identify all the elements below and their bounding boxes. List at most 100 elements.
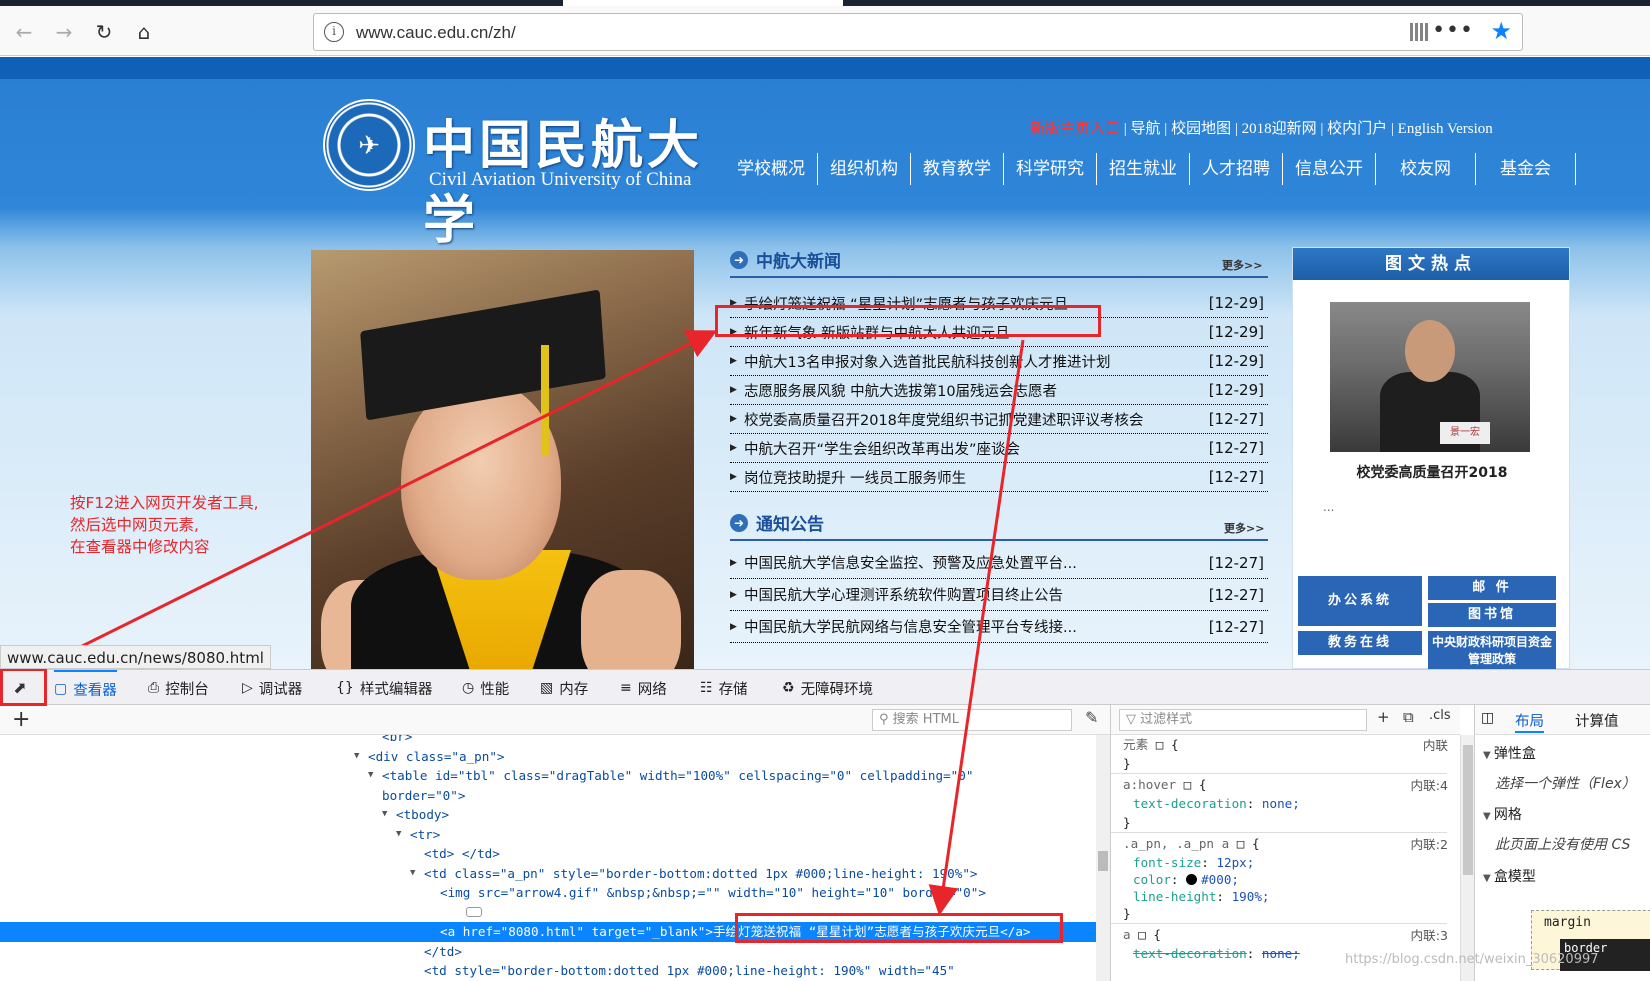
rule-selector[interactable]: a:hover <box>1123 777 1176 792</box>
graduation-photo[interactable] <box>311 250 694 669</box>
rule-selector[interactable]: 元素 <box>1123 737 1148 752</box>
markup-line[interactable]: <img src="arrow4.gif" &nbsp;&nbsp;="" wi… <box>0 883 1096 903</box>
office-system-button[interactable]: 办公系统 <box>1298 576 1422 626</box>
markup-line[interactable]: <td> </td> <box>0 844 1096 864</box>
tab-computed[interactable]: 计算值 <box>1575 710 1619 731</box>
rule-selector[interactable]: .a_pn, .a_pn a <box>1123 836 1229 851</box>
css-value[interactable]: 12px; <box>1216 855 1254 870</box>
rules-view[interactable]: 元素 □ {内联} a:hover □ {内联:4 text-decoration:… <box>1110 735 1460 981</box>
pseudo-class-icon[interactable]: ⧉ <box>1403 708 1414 726</box>
hot-topic-caption[interactable]: 校党委高质量召开2018 <box>1293 462 1571 482</box>
top-link-english[interactable]: English Version <box>1398 121 1493 137</box>
rule-source-link[interactable]: 内联:3 <box>1411 925 1448 944</box>
top-link-new-home[interactable]: 新版主页入口 <box>1030 121 1120 137</box>
academic-online-button[interactable]: 教务在线 <box>1298 631 1422 655</box>
flexbox-section-header[interactable]: 弹性盒 <box>1483 743 1536 763</box>
css-value[interactable]: none; <box>1262 946 1300 961</box>
address-bar[interactable]: i www.cauc.edu.cn/zh/ ••• ★ <box>313 13 1523 51</box>
more-icon[interactable]: ••• <box>1432 18 1474 43</box>
nav-item[interactable]: 招生就业 <box>1097 153 1190 185</box>
nav-item[interactable]: 人才招聘 <box>1190 153 1283 185</box>
nav-item[interactable]: 科学研究 <box>1004 153 1097 185</box>
news-row[interactable]: ▶ 岗位竞技助提升 一线员工服务师生 [12-27] <box>730 463 1268 492</box>
mail-button[interactable]: 邮 件 <box>1428 576 1556 600</box>
devtools-tab[interactable]: ♻ 无障碍环境 <box>782 670 873 706</box>
markup-line[interactable]: border="0"> <box>0 786 1096 806</box>
tree-toggle-icon[interactable]: ▼ <box>354 747 359 767</box>
css-property[interactable]: text-decoration <box>1123 946 1247 961</box>
news-row-title[interactable]: 中国民航大学民航网络与信息安全管理平台专线接... <box>744 616 1209 637</box>
top-link-welcome[interactable]: 2018迎新网 <box>1242 121 1317 137</box>
tree-toggle-icon[interactable]: ▼ <box>382 805 387 825</box>
scroll-thumb[interactable] <box>1098 851 1108 871</box>
search-html-input[interactable]: ⚲ 搜索 HTML <box>872 709 1072 731</box>
nav-item[interactable]: 基金会 <box>1476 153 1576 185</box>
news-row[interactable]: ▶ 中航大召开“学生会组织改革再出发”座谈会 [12-27] <box>730 434 1268 463</box>
devtools-tab[interactable]: ⎙ 控制台 <box>148 670 209 706</box>
news-row[interactable]: ▶ 校党委高质量召开2018年度党组织书记抓党建述职评议考核会 [12-27] <box>730 405 1268 434</box>
eyedropper-icon[interactable]: ✎ <box>1085 708 1098 727</box>
color-swatch-icon[interactable] <box>1186 874 1198 885</box>
devtools-tab[interactable]: {} 样式编辑器 <box>336 670 432 706</box>
css-value[interactable]: 190%; <box>1232 889 1270 904</box>
expand-badge-icon[interactable] <box>466 906 482 917</box>
tab-layout[interactable]: 布局 <box>1515 710 1544 733</box>
hot-topic-photo[interactable]: 景一宏 <box>1330 302 1530 452</box>
add-node-icon[interactable]: + <box>12 707 30 732</box>
news-row[interactable]: ▶ 中航大13名申报对象入选首批民航科技创新人才推进计划 [12-29] <box>730 347 1268 376</box>
markup-line[interactable]: <td style="border-bottom:dotted 1px #000… <box>0 961 1096 981</box>
markup-view[interactable]: <br> ▼ <div class="a_pn"> ▼ <table id="tbl" … <box>0 735 1096 981</box>
url-text[interactable]: www.cauc.edu.cn/zh/ <box>356 23 516 43</box>
news-row-title[interactable]: 校党委高质量召开2018年度党组织书记抓党建述职评议考核会 <box>744 409 1209 430</box>
markup-line[interactable]: ▼ <table id="tbl" class="dragTable" width… <box>0 766 1096 786</box>
news-row-title[interactable]: 中航大13名申报对象入选首批民航科技创新人才推进计划 <box>744 351 1209 372</box>
back-icon[interactable]: ← <box>10 18 38 46</box>
checkbox-icon[interactable]: □ <box>1184 777 1192 792</box>
markup-line[interactable]: ▼ <tr> <box>0 825 1096 845</box>
checkbox-icon[interactable]: □ <box>1156 737 1164 752</box>
forward-icon[interactable]: → <box>50 18 78 46</box>
grid-section-header[interactable]: 网格 <box>1483 804 1522 824</box>
nav-item[interactable]: 信息公开 <box>1283 153 1376 185</box>
cls-toggle[interactable]: .cls <box>1429 708 1451 723</box>
site-logo[interactable]: ✈ 中国民航大学 Civil Aviation University of Ch… <box>323 99 703 251</box>
notice-more-link[interactable]: 更多>> <box>1224 520 1264 536</box>
news-row-title[interactable]: 中国民航大学心理测评系统软件购置项目终止公告 <box>744 584 1209 605</box>
nav-item[interactable]: 校友网 <box>1376 153 1476 185</box>
bookmark-star-icon[interactable]: ★ <box>1490 17 1512 45</box>
home-icon[interactable]: ⌂ <box>130 18 158 46</box>
research-funds-button[interactable]: 中央财政科研项目资金管理政策 <box>1428 631 1556 669</box>
news-row-title[interactable]: 中航大召开“学生会组织改革再出发”座谈会 <box>744 438 1209 459</box>
news-row-title[interactable]: 中国民航大学信息安全监控、预警及应急处置平台... <box>744 552 1209 573</box>
news-row-title[interactable]: 志愿服务展风貌 中航大选拔第10届残运会志愿者 <box>744 380 1209 401</box>
markup-line[interactable]: ▼ <div class="a_pn"> <box>0 747 1096 767</box>
scroll-thumb[interactable] <box>1463 745 1473 875</box>
tree-toggle-icon[interactable]: ▼ <box>368 766 373 786</box>
markup-line[interactable]: <br> <box>0 735 1096 747</box>
checkbox-icon[interactable]: □ <box>1138 927 1146 942</box>
devtools-tab[interactable]: ≡ 网络 <box>620 670 667 706</box>
markup-scrollbar[interactable] <box>1096 735 1110 981</box>
devtools-tab[interactable]: ☷ 存储 <box>700 670 748 706</box>
tree-toggle-icon[interactable]: ▼ <box>396 825 401 845</box>
news-more-link[interactable]: 更多>> <box>1222 257 1262 273</box>
add-rule-icon[interactable]: + <box>1377 708 1390 726</box>
rule-source-link[interactable]: 内联:2 <box>1411 834 1448 853</box>
css-value[interactable]: #000; <box>1201 872 1239 887</box>
markup-line[interactable]: ▼ <tbody> <box>0 805 1096 825</box>
css-property[interactable]: color <box>1123 872 1171 887</box>
news-row[interactable]: ▶ 中国民航大学民航网络与信息安全管理平台专线接... [12-27] <box>730 611 1268 643</box>
top-link-portal[interactable]: 校内门户 <box>1327 121 1387 137</box>
css-property[interactable]: text-decoration <box>1123 796 1247 811</box>
news-row-title[interactable]: 岗位竞技助提升 一线员工服务师生 <box>744 467 1209 488</box>
nav-item[interactable]: 学校概况 <box>725 153 818 185</box>
rule-selector[interactable]: a <box>1123 927 1131 942</box>
tree-toggle-icon[interactable]: ▼ <box>410 864 415 884</box>
top-link-map[interactable]: 校园地图 <box>1171 121 1231 137</box>
devtools-tab[interactable]: ▷ 调试器 <box>242 670 302 706</box>
markup-line[interactable]: ▼ <td class="a_pn" style="border-bottom:d… <box>0 864 1096 884</box>
rule-source-link[interactable]: 内联 <box>1423 735 1448 754</box>
sidebar-toggle-icon[interactable]: ◫ <box>1481 710 1494 726</box>
news-row[interactable]: ▶ 中国民航大学信息安全监控、预警及应急处置平台... [12-27] <box>730 547 1268 579</box>
devtools-tab[interactable]: ▧ 内存 <box>540 670 588 706</box>
